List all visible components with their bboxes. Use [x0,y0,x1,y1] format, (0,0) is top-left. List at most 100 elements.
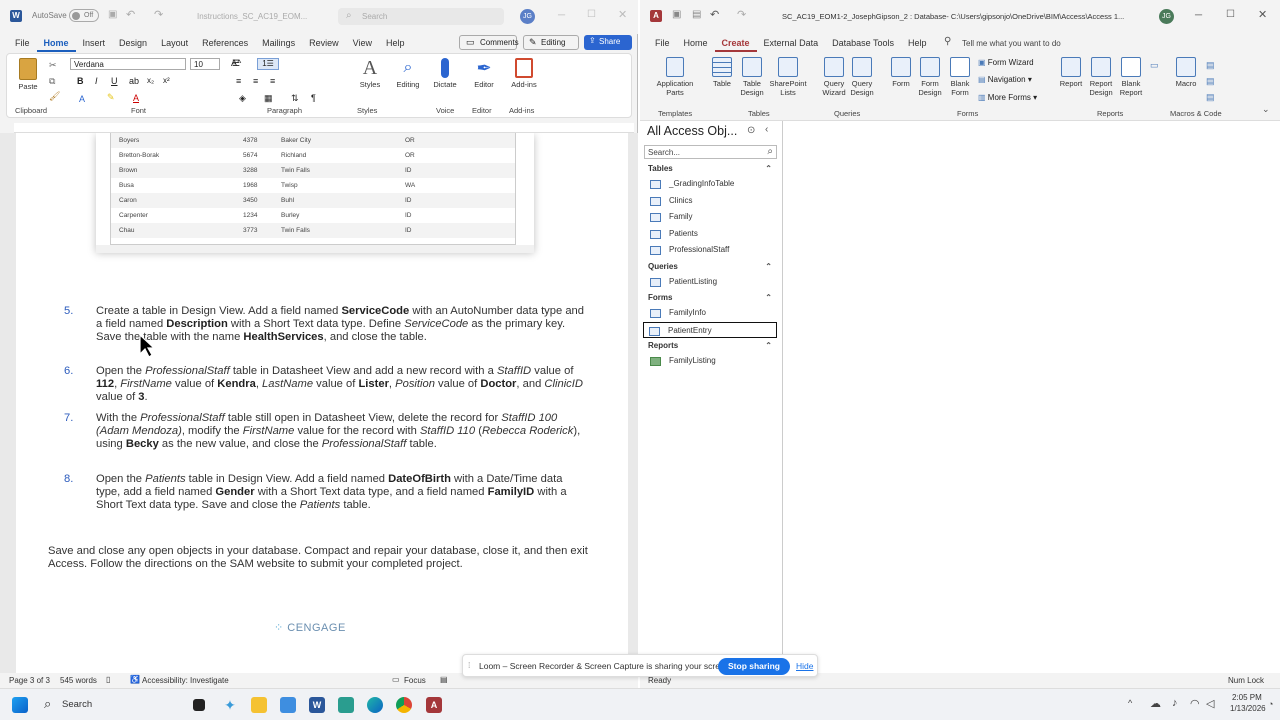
align-right-icon[interactable]: ≡ [270,76,275,86]
close-icon[interactable]: ✕ [618,8,627,21]
format-painter-icon[interactable]: 🖌 [49,91,60,102]
paste-button[interactable]: Paste [13,58,43,91]
drag-handle-icon[interactable]: ⁞ [468,660,470,670]
comments-button[interactable]: ▭ Comments [459,35,519,50]
align-left-icon[interactable]: ≡ [236,76,241,86]
report-button[interactable]: Report [1057,57,1085,88]
nav-item-patiententry[interactable]: PatientEntry [643,321,777,338]
maximize-icon[interactable]: ☐ [587,9,596,20]
strikethrough-icon[interactable]: ab [129,76,139,86]
form-design-button[interactable]: Form Design [916,57,944,97]
macro-button[interactable]: Macro [1172,57,1200,88]
access-taskbar-icon[interactable]: A [426,697,442,713]
highlighter-icon[interactable]: ✎ [107,92,115,103]
word-filename[interactable]: Instructions_SC_AC19_EOM... [197,12,307,21]
minimize-icon[interactable]: ─ [558,10,565,21]
font-size-select[interactable]: 10 [190,58,220,70]
chevron-up-icon[interactable]: ⌃ [765,338,772,353]
report-design-button[interactable]: Report Design [1086,57,1116,97]
chevron-up-icon[interactable]: ⌃ [765,290,772,305]
application-parts-button[interactable]: Application Parts [652,57,698,97]
nav-item-patients[interactable]: Patients [640,226,782,243]
stop-sharing-button[interactable]: Stop sharing [718,658,790,675]
share-button[interactable]: ⇪ Share [584,35,632,50]
shutter-bar-icon[interactable]: ‹ [765,124,768,135]
text-effects-icon[interactable]: A [79,94,85,104]
notification-bell-icon[interactable]: ◔ [1268,699,1273,709]
cut-icon[interactable]: ✂ [49,60,57,71]
close-icon[interactable]: ✕ [1258,8,1267,21]
file-explorer-icon[interactable] [251,697,267,713]
numbering-icon[interactable]: 1☰ [257,58,279,70]
superscript-icon[interactable]: x² [163,76,170,85]
hide-link[interactable]: Hide [796,661,813,671]
word-avatar[interactable]: JG [520,9,535,24]
chrome-icon[interactable] [396,697,412,713]
nav-section-tables[interactable]: Tables ⌃ [640,161,782,176]
tab-file[interactable]: File [8,34,37,52]
more-forms-button[interactable]: ▥ More Forms ▾ [978,93,1037,102]
nav-search-input[interactable]: Search... ⌕ [644,145,777,159]
nav-item-professionalstaff[interactable]: ProfessionalStaff [640,242,782,259]
visual-basic-icon[interactable]: ▤ [1206,92,1215,103]
blank-report-button[interactable]: Blank Report [1116,57,1146,97]
nav-item-clinics[interactable]: Clinics [640,193,782,210]
undo-icon[interactable]: ↶ [126,8,135,21]
pilcrow-icon[interactable]: ¶ [311,93,316,103]
tab-design[interactable]: Design [112,34,154,52]
edge-icon[interactable] [367,697,383,713]
shading-icon[interactable]: ◈ [239,93,246,104]
tab-home[interactable]: Home [677,34,715,52]
task-view-icon[interactable] [193,699,205,711]
underline-icon[interactable]: U [111,76,118,86]
table-button[interactable]: Table [708,57,736,88]
nav-item-gradinginfotable[interactable]: _GradingInfoTable [640,176,782,193]
edge-beta-icon[interactable] [338,697,354,713]
addins-button[interactable]: Add-ins [507,58,541,89]
subscript-icon[interactable]: x₂ [147,76,154,85]
nav-item-familyinfo[interactable]: FamilyInfo [640,305,782,322]
volume-icon[interactable]: ◁ [1206,697,1214,710]
network-icon[interactable]: ☁ [1150,697,1161,710]
nav-filter-icon[interactable]: ⊙ [747,125,755,136]
editing-button[interactable]: ⌕ Editing [392,58,424,89]
nav-item-family[interactable]: Family [640,209,782,226]
class-module-icon[interactable]: ▤ [1206,76,1215,87]
tab-references[interactable]: References [195,34,255,52]
bullets-icon[interactable]: ☰ [232,58,240,69]
table-design-button[interactable]: Table Design [737,57,767,97]
tab-external-data[interactable]: External Data [757,34,826,52]
tab-review[interactable]: Review [302,34,346,52]
start-icon[interactable] [12,697,28,713]
taskbar-search[interactable]: Search [62,699,92,710]
page-count[interactable]: Page 3 of 3 [9,676,50,685]
sort-icon[interactable]: ⇅ [291,93,299,104]
nav-item-familylisting[interactable]: FamilyListing [640,353,782,370]
tab-help[interactable]: Help [379,34,412,52]
copy-icon[interactable]: ⧉ [49,76,55,87]
save-icon[interactable]: ▣ [108,9,117,20]
tray-chevron-icon[interactable]: ^ [1128,698,1132,708]
query-wizard-button[interactable]: Query Wizard [820,57,848,97]
tab-view[interactable]: View [346,34,379,52]
font-name-select[interactable]: Verdana [70,58,186,70]
focus-button[interactable]: Focus [404,676,426,685]
italic-icon[interactable]: I [95,76,98,86]
tell-me-input[interactable]: Tell me what you want to do [962,39,1061,48]
labels-icon[interactable]: ▭ [1150,60,1159,71]
nav-section-reports[interactable]: Reports ⌃ [640,338,782,353]
word-taskbar-icon[interactable]: W [309,697,325,713]
editing-mode-button[interactable]: ✎ Editing [523,35,579,50]
tab-file[interactable]: File [648,34,677,52]
form-wizard-button[interactable]: ▣ Form Wizard [978,58,1034,67]
nav-section-queries[interactable]: Queries ⌃ [640,259,782,274]
maximize-icon[interactable]: ☐ [1226,9,1235,20]
undo-icon[interactable]: ↶ [710,8,719,21]
dictate-button[interactable]: Dictate [430,58,460,89]
autosave-toggle[interactable]: Off [69,9,99,22]
tab-help[interactable]: Help [901,34,934,52]
collapse-ribbon-icon[interactable]: ⌄ [1262,104,1270,115]
tab-create[interactable]: Create [714,34,757,52]
module-icon[interactable]: ▤ [1206,60,1215,71]
tab-database-tools[interactable]: Database Tools [825,34,901,52]
